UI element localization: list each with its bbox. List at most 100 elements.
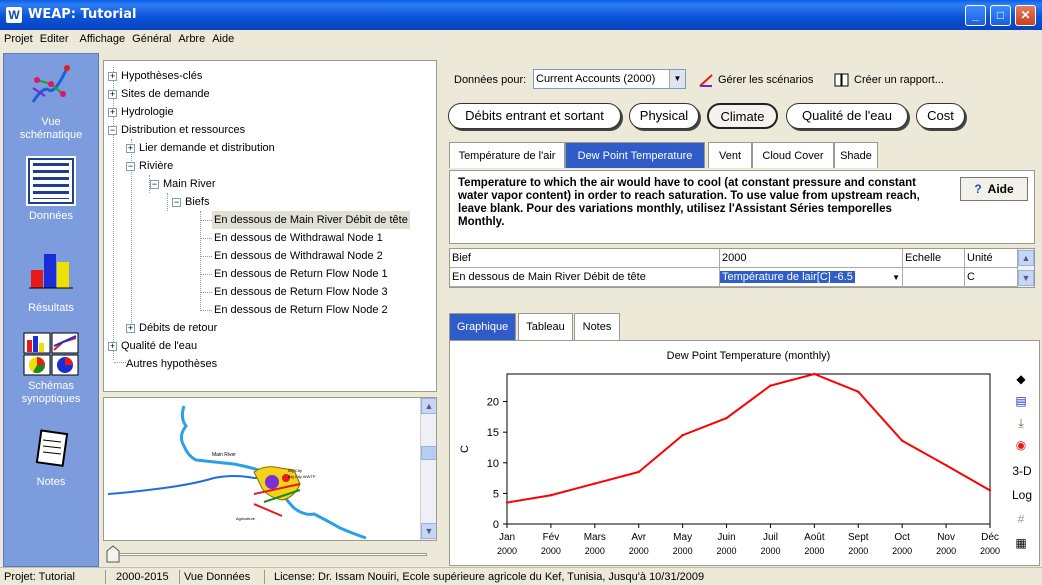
nav-results[interactable]: Résultats xyxy=(4,250,98,315)
chart-type-icon[interactable]: ◆ xyxy=(1013,371,1029,387)
tree-item-autres-hypotheses[interactable]: Autres hypothèses xyxy=(126,355,217,373)
data-point xyxy=(988,489,992,492)
tree-item-qualite-eau[interactable]: + Qualité de l'eau xyxy=(108,337,197,355)
status-years: 2000-2015 xyxy=(112,570,180,584)
status-view: Vue Données xyxy=(180,570,265,584)
nav-notes[interactable]: Notes xyxy=(4,428,98,489)
palette-icon[interactable]: ◉ xyxy=(1013,437,1029,453)
tab-climate[interactable]: Climate xyxy=(707,103,778,129)
menu-affichage[interactable]: Affichage xyxy=(76,30,129,45)
collapse-icon[interactable]: − xyxy=(172,197,181,207)
tree-item-lier-demande[interactable]: + Lier demande et distribution xyxy=(126,139,275,157)
collapse-icon[interactable]: − xyxy=(150,179,159,189)
grid-cell-scale[interactable] xyxy=(903,268,965,287)
expand-icon[interactable]: + xyxy=(108,71,117,81)
scroll-up-arrow-icon[interactable]: ▲ xyxy=(1018,250,1034,266)
chevron-down-icon[interactable]: ▼ xyxy=(892,268,900,286)
tab-wind[interactable]: Vent xyxy=(708,142,752,168)
map-label-wwtp: Big City WWTP xyxy=(288,474,316,479)
tab-cloud-cover[interactable]: Cloud Cover xyxy=(752,142,834,168)
table-icon[interactable]: ▦ xyxy=(1013,535,1029,551)
menu-general[interactable]: Général xyxy=(128,30,174,45)
map-zoom-slider[interactable] xyxy=(103,543,437,565)
menu-editer[interactable]: Editer xyxy=(36,30,72,45)
expand-icon[interactable]: + xyxy=(108,89,117,99)
tree-item-debits-retour[interactable]: + Débits de retour xyxy=(126,319,217,337)
grid-scrollbar[interactable]: ▲ ▼ xyxy=(1018,249,1034,287)
scenario-select[interactable]: Current Accounts (2000) ▼ xyxy=(533,69,686,89)
tree-item-sites-demande[interactable]: + Sites de demande xyxy=(108,85,210,103)
maximize-button[interactable]: □ xyxy=(990,5,1011,26)
tree-item-riviere[interactable]: − Rivière xyxy=(126,157,173,175)
menu-arbre[interactable]: Arbre xyxy=(174,30,208,45)
nav-schematic[interactable]: Vue schématique xyxy=(4,60,98,142)
tree-item-reach-withdrawal-2[interactable]: En dessous de Withdrawal Node 2 xyxy=(214,247,383,265)
grid-cell-expression[interactable]: Température de lair[C] -6.5 ▼ xyxy=(720,268,903,287)
mini-map[interactable]: Main River Big City Big City WWTP Agricu… xyxy=(103,397,437,541)
tree-item-main-river[interactable]: − Main River xyxy=(150,175,216,193)
manage-scenarios-button[interactable]: Gérer les scénarios xyxy=(718,74,813,86)
help-label: Aide xyxy=(987,182,1014,196)
map-scrollbar[interactable]: ▲ ▼ xyxy=(420,398,436,540)
log-scale-toggle[interactable]: Log xyxy=(1010,487,1034,503)
expand-icon[interactable]: + xyxy=(108,341,117,351)
export-icon[interactable]: ⤓ xyxy=(1013,415,1029,431)
3d-toggle[interactable]: 3-D xyxy=(1010,463,1034,479)
manage-scenarios-icon[interactable] xyxy=(699,73,713,87)
tree-label: En dessous de Main River Débit de tête xyxy=(214,214,408,226)
tree-item-hypotheses-cles[interactable]: + Hypothèses-clés xyxy=(108,67,202,85)
tree-label: Hydrologie xyxy=(121,106,174,118)
menu-aide[interactable]: Aide xyxy=(208,30,237,45)
nav-overviews[interactable]: Schémas synoptiques xyxy=(4,332,98,406)
scroll-down-arrow-icon[interactable]: ▼ xyxy=(421,523,436,539)
nav-overviews-label1: Schémas xyxy=(28,380,74,392)
tab-graph[interactable]: Graphique xyxy=(449,313,516,340)
expand-icon[interactable]: + xyxy=(126,143,135,153)
tab-water-quality[interactable]: Qualité de l'eau xyxy=(786,103,908,129)
y-tick-label: 5 xyxy=(493,488,499,500)
x-tick-label: May xyxy=(673,532,692,543)
nav-data[interactable]: Données xyxy=(4,156,98,223)
nav-schematic-label2: schématique xyxy=(19,129,83,141)
collapse-icon[interactable]: − xyxy=(108,125,117,135)
grid-cell-unit[interactable]: C xyxy=(965,268,1018,287)
tree-item-reach-withdrawal-1[interactable]: En dessous de Withdrawal Node 1 xyxy=(214,229,383,247)
expand-icon[interactable]: + xyxy=(108,107,117,117)
create-report-button[interactable]: Créer un rapport... xyxy=(854,74,944,86)
tab-cost[interactable]: Cost xyxy=(916,103,965,129)
collapse-icon[interactable]: − xyxy=(126,161,135,171)
report-book-icon[interactable] xyxy=(834,73,850,87)
minimize-button[interactable]: _ xyxy=(965,5,986,26)
scroll-thumb[interactable] xyxy=(421,446,436,460)
expression-value[interactable]: Température de lair[C] -6.5 xyxy=(720,271,855,283)
slider-thumb-icon[interactable] xyxy=(106,545,120,563)
close-button[interactable]: ✕ xyxy=(1015,5,1036,26)
scroll-up-arrow-icon[interactable]: ▲ xyxy=(421,398,436,414)
help-button[interactable]: ? Aide xyxy=(960,177,1028,201)
tab-physical[interactable]: Physical xyxy=(629,103,699,129)
data-point xyxy=(813,372,816,376)
tab-air-temperature[interactable]: Température de l'air xyxy=(449,142,565,168)
expand-icon[interactable]: + xyxy=(126,323,135,333)
tree-item-distribution[interactable]: − Distribution et ressources xyxy=(108,121,245,139)
tree-label: En dessous de Return Flow Node 3 xyxy=(214,286,388,298)
tree-item-hydrologie[interactable]: + Hydrologie xyxy=(108,103,174,121)
status-bar: Projet: Tutorial 2000-2015 Vue Données L… xyxy=(0,567,1042,585)
tree-item-reach-return-1[interactable]: En dessous de Return Flow Node 1 xyxy=(214,265,388,283)
tree-item-reach-return-3[interactable]: En dessous de Return Flow Node 3 xyxy=(214,283,388,301)
tab-notes[interactable]: Notes xyxy=(574,313,620,340)
legend-icon[interactable]: ▤ xyxy=(1013,393,1029,409)
tree-item-reach-headflow[interactable]: En dessous de Main River Débit de tête xyxy=(212,211,410,229)
tree-label: Débits de retour xyxy=(139,322,218,334)
scroll-down-arrow-icon[interactable]: ▼ xyxy=(1018,270,1034,286)
tree-item-reach-return-2[interactable]: En dessous de Return Flow Node 2 xyxy=(214,301,388,319)
grid-header-year: 2000 xyxy=(720,249,903,268)
tree-item-biefs[interactable]: − Biefs xyxy=(172,193,209,211)
tab-shade[interactable]: Shade xyxy=(834,142,878,168)
tab-inflows-outflows[interactable]: Débits entrant et sortant xyxy=(448,103,621,129)
tab-table[interactable]: Tableau xyxy=(518,313,573,340)
menu-projet[interactable]: Projet xyxy=(0,30,36,45)
data-point xyxy=(900,439,904,442)
tab-dew-point-temperature[interactable]: Dew Point Temperature xyxy=(565,142,705,168)
grid-lines-icon[interactable]: # xyxy=(1013,511,1029,527)
